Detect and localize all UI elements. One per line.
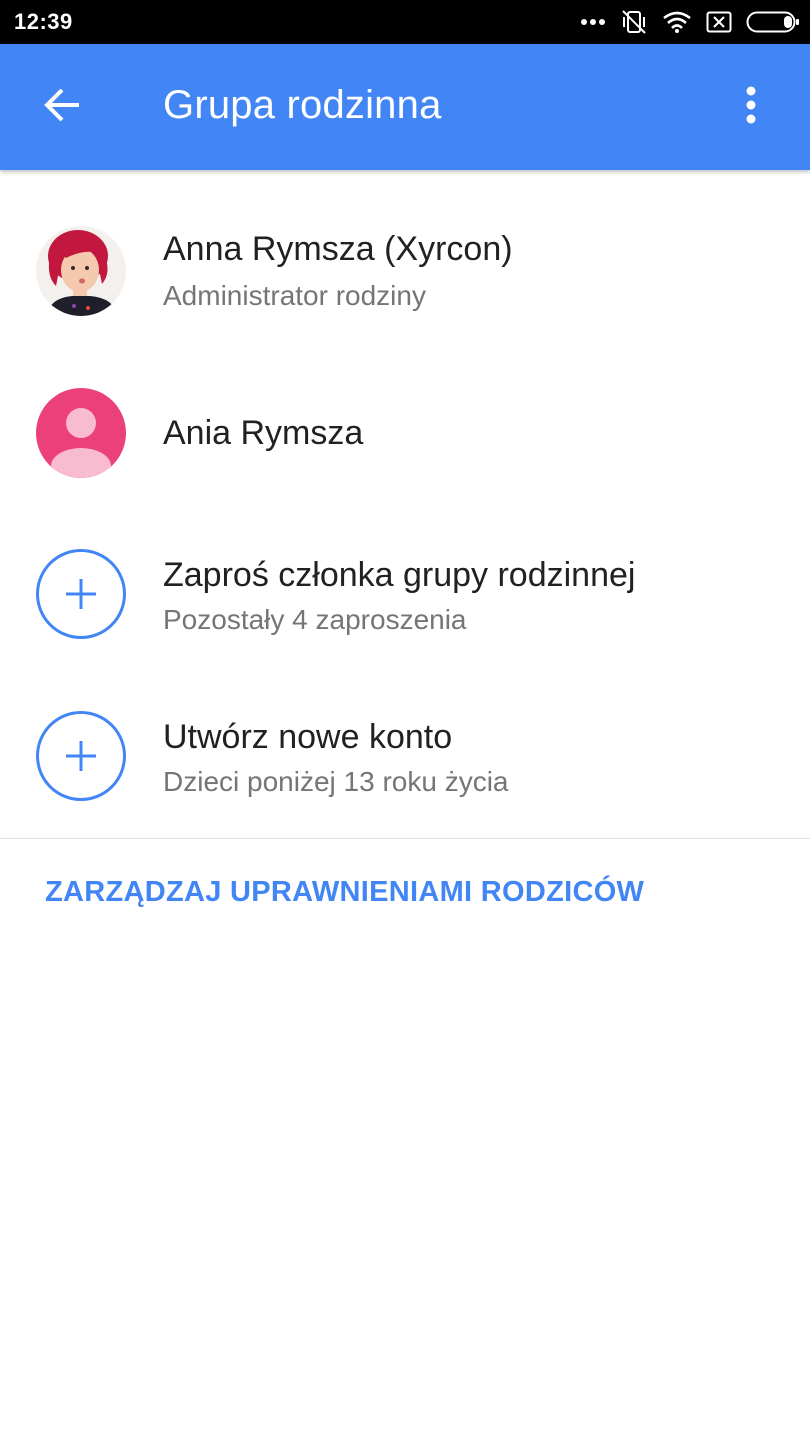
status-time: 12:39 [14,9,73,34]
invite-title: Zaproś członka grupy rodzinnej [163,556,636,594]
create-account-item[interactable]: Utwórz nowe konto Dzieci poniżej 13 roku… [0,670,810,830]
default-person-avatar [36,388,126,478]
back-button[interactable] [30,74,96,140]
create-account-title: Utwórz nowe konto [163,718,453,756]
status-bar: 12:39 [0,0,810,44]
photo-avatar [36,226,126,316]
member-role: Administrator rodziny [163,280,426,311]
add-circle-icon [36,711,126,801]
create-account-subtitle: Dzieci poniżej 13 roku życia [163,766,509,797]
divider [0,838,810,839]
member-item-ania-rymsza[interactable]: Ania Rymsza [0,350,810,510]
sim-error-icon [706,11,732,33]
more-options-button[interactable] [726,82,776,132]
member-name: Ania Rymsza [163,414,364,452]
page-title: Grupa rodzinna [163,83,442,127]
vibrate-off-icon [620,8,648,36]
more-dots-icon [580,18,606,26]
more-vert-icon [745,86,757,129]
status-icons [580,8,800,36]
invite-member-item[interactable]: Zaproś członka grupy rodzinnej Pozostały… [0,510,810,670]
arrow-back-icon [43,85,83,130]
battery-icon [746,11,800,33]
invite-subtitle: Pozostały 4 zaproszenia [163,604,467,635]
add-circle-icon [36,549,126,639]
app-bar: Grupa rodzinna [0,44,810,170]
wifi-icon [662,10,692,34]
member-name: Anna Rymsza (Xyrcon) [163,230,513,268]
manage-parental-permissions-link[interactable]: ZARZĄDZAJ UPRAWNIENIAMI RODZICÓW [45,876,644,909]
member-item-anna-rymsza-xyrcon[interactable]: Anna Rymsza (Xyrcon) Administrator rodzi… [0,170,810,330]
